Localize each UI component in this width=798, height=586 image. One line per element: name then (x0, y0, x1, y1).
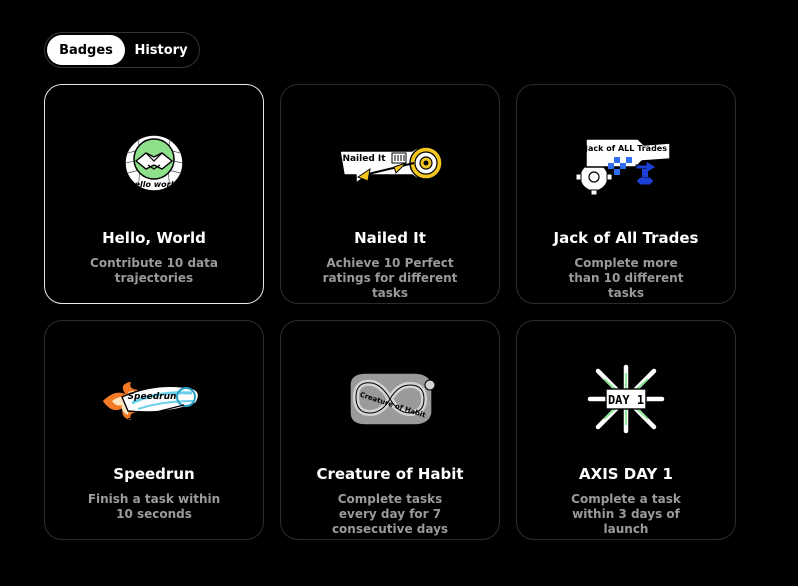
badge-card-jack-of-all-trades[interactable]: Jack of ALL Trades Jack of All Trades Co… (516, 84, 736, 304)
badge-card-creature-of-habit[interactable]: Creature of Habit Creature of Habit Comp… (280, 320, 500, 540)
badge-title: Creature of Habit (316, 465, 464, 483)
badge-art-text: Speedrun (128, 392, 177, 402)
badges-page: Badges History hello world Hello, World … (0, 0, 798, 586)
badge-art-text: Nailed It (342, 154, 386, 164)
starburst-day1-badge-icon: DAY 1 (586, 363, 666, 435)
gear-puzzle-badge-icon: Jack of ALL Trades (575, 138, 671, 196)
badge-art-text: Jack of ALL Trades (584, 144, 667, 153)
badge-card-speedrun[interactable]: Speedrun Speedrun Finish a task within 1… (44, 320, 264, 540)
dart-target-badge-icon: Nailed It (339, 145, 443, 185)
badge-description: Complete tasks every day for 7 consecuti… (331, 492, 449, 536)
badge-title: Jack of All Trades (553, 229, 699, 247)
flaming-speed-badge-icon: Speedrun (101, 380, 200, 424)
badge-description: Contribute 10 data trajectories (90, 256, 218, 285)
badge-art-text: DAY 1 (608, 393, 644, 407)
badge-art-text: hello world (129, 180, 179, 189)
tab-history[interactable]: History (125, 35, 197, 65)
badge-card-nailed-it[interactable]: Nailed It Nailed It Achieve 10 Perfect r… (280, 84, 500, 304)
infinity-badge-icon: Creature of Habit (349, 372, 436, 426)
badge-card-axis-day-1[interactable]: DAY 1 AXIS DAY 1 Complete a task within … (516, 320, 736, 540)
badge-grid: hello world Hello, World Contribute 10 d… (44, 84, 736, 540)
badge-description: Complete more than 10 different tasks (568, 256, 684, 300)
badge-card-hello-world[interactable]: hello world Hello, World Contribute 10 d… (44, 84, 264, 304)
tab-switcher: Badges History (44, 32, 200, 68)
badge-description: Complete a task within 3 days of launch (571, 492, 681, 536)
badge-title: Hello, World (102, 229, 206, 247)
badge-title: Nailed It (354, 229, 426, 247)
badge-description: Achieve 10 Perfect ratings for different… (322, 256, 458, 300)
tab-badges[interactable]: Badges (47, 35, 125, 65)
handshake-badge-icon: hello world (124, 134, 184, 192)
badge-description: Finish a task within 10 seconds (87, 492, 221, 521)
badge-title: Speedrun (113, 465, 195, 483)
badge-title: AXIS DAY 1 (579, 465, 673, 483)
